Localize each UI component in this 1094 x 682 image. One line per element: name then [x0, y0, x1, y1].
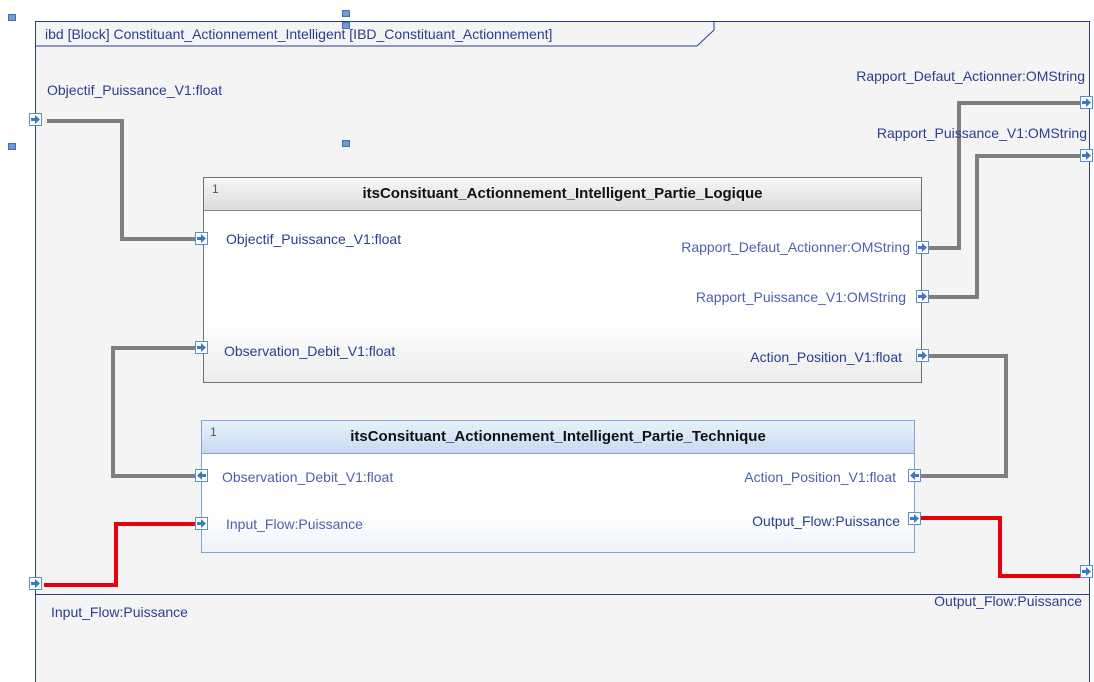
port-logique-rapport-defaut[interactable] — [916, 241, 929, 254]
connector-output-flow — [921, 516, 1080, 578]
label-logique-rapport-defaut: Rapport_Defaut_Actionner:OMString — [681, 239, 910, 255]
block-header: 1 itsConsituant_Actionnement_Intelligent… — [204, 178, 921, 211]
port-logique-observation[interactable] — [195, 341, 208, 354]
label-technique-action: Action_Position_V1:float — [744, 469, 896, 485]
label-logique-rapport-puissance: Rapport_Puissance_V1:OMString — [695, 289, 906, 305]
arrow-right-icon — [910, 514, 919, 523]
connector-input-flow — [44, 522, 195, 587]
port-technique-action[interactable] — [908, 469, 921, 482]
port-input-flow-boundary[interactable] — [29, 577, 42, 590]
block-partie-technique[interactable]: 1 itsConsituant_Actionnement_Intelligent… — [201, 420, 915, 553]
port-technique-observation[interactable] — [195, 469, 208, 482]
label-technique-input-flow: Input_Flow:Puissance — [226, 516, 363, 532]
arrow-left-icon — [910, 471, 919, 480]
arrow-right-icon — [197, 343, 206, 352]
port-rapport-defaut-boundary[interactable] — [1080, 96, 1093, 109]
label-objectif-boundary: Objectif_Puissance_V1:float — [47, 82, 223, 98]
connector-action — [921, 354, 1008, 478]
port-technique-input-flow[interactable] — [195, 517, 208, 530]
arrow-right-icon — [31, 115, 40, 124]
port-technique-output-flow[interactable] — [908, 512, 921, 525]
port-logique-action[interactable] — [916, 349, 929, 362]
port-objectif-boundary[interactable] — [29, 113, 42, 126]
label-rapport-puissance-boundary: Rapport_Puissance_V1:OMString — [876, 125, 1087, 141]
port-logique-rapport-puissance[interactable] — [916, 290, 929, 303]
connector-rapport-puissance — [929, 154, 1080, 299]
arrow-right-icon — [197, 234, 206, 243]
arrow-right-icon — [1082, 567, 1091, 576]
label-logique-action: Action_Position_V1:float — [750, 349, 902, 365]
block-name: itsConsituant_Actionnement_Intelligent_P… — [362, 185, 763, 202]
arrow-left-icon — [197, 471, 206, 480]
port-rapport-puissance-boundary[interactable] — [1080, 149, 1093, 162]
label-rapport-defaut-boundary: Rapport_Defaut_Actionner:OMString — [856, 68, 1085, 84]
arrow-right-icon — [1082, 151, 1091, 160]
label-output-flow-boundary: Output_Flow:Puissance — [934, 593, 1082, 609]
arrow-right-icon — [197, 519, 206, 528]
label-technique-output-flow: Output_Flow:Puissance — [752, 513, 900, 529]
arrow-right-icon — [918, 351, 927, 360]
label-logique-observation: Observation_Debit_V1:float — [224, 343, 396, 359]
label-technique-observation: Observation_Debit_V1:float — [222, 469, 394, 485]
port-logique-objectif[interactable] — [195, 232, 208, 245]
block-name: itsConsituant_Actionnement_Intelligent_P… — [350, 428, 766, 445]
arrow-right-icon — [918, 243, 927, 252]
label-logique-objectif: Objectif_Puissance_V1:float — [226, 231, 402, 247]
arrow-right-icon — [918, 292, 927, 301]
connector-objectif — [47, 119, 195, 241]
arrow-right-icon — [1082, 98, 1091, 107]
label-input-flow-boundary: Input_Flow:Puissance — [51, 604, 188, 620]
port-output-flow-boundary[interactable] — [1080, 565, 1093, 578]
connector-observation — [111, 346, 195, 478]
block-header: 1 itsConsituant_Actionnement_Intelligent… — [202, 421, 914, 454]
arrow-right-icon — [31, 579, 40, 588]
